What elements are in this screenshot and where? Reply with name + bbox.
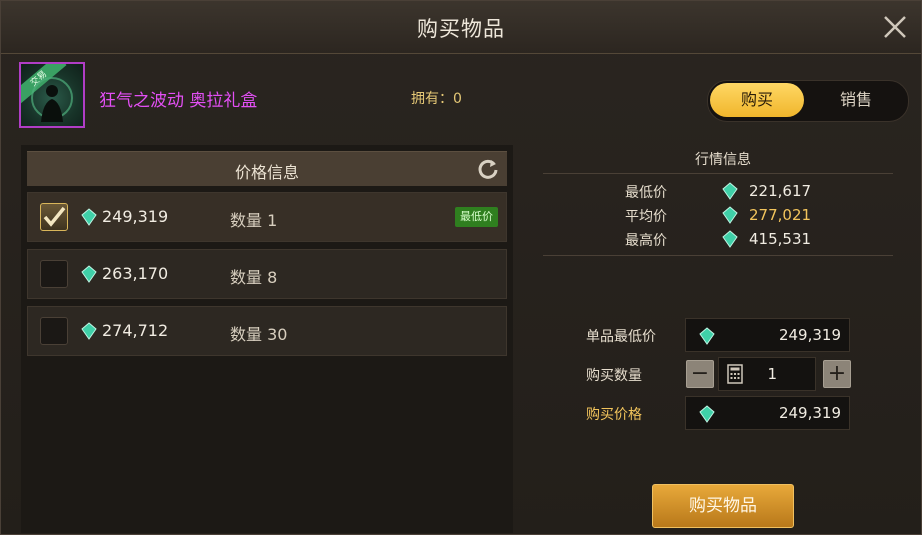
close-button[interactable] — [881, 13, 909, 41]
unit-min-price-value: 249,319 — [778, 326, 841, 344]
divider — [543, 255, 893, 256]
price-info-panel: 价格信息 249,319 数量 1 最低价 263,170 数量 8 274,7… — [21, 145, 513, 533]
buy-tab[interactable]: 购买 — [710, 83, 804, 117]
gem-icon — [699, 327, 715, 345]
buy-item-button[interactable]: 购买物品 — [652, 484, 794, 528]
quantity-increase-button[interactable]: + — [823, 360, 851, 388]
listing-quantity: 数量 8 — [230, 268, 278, 287]
listing-price: 249,319 — [102, 207, 169, 226]
price-info-title: 价格信息 — [234, 163, 299, 182]
close-icon — [884, 16, 906, 38]
listing-checkbox[interactable] — [40, 203, 68, 231]
refresh-icon — [478, 159, 498, 179]
dialog-title: 购买物品 — [417, 17, 505, 41]
lowest-price-label: 最低价 — [625, 185, 667, 201]
gem-icon — [81, 322, 97, 340]
divider — [543, 173, 893, 174]
quantity-decrease-button[interactable]: − — [686, 360, 714, 388]
listing-price: 274,712 — [102, 321, 169, 340]
quantity-input[interactable]: 1 — [718, 357, 816, 391]
trade-mode-toggle: 购买 销售 — [707, 80, 909, 122]
purchase-dialog: 购买物品 交易 狂气之波动 奥拉礼盒 拥有：0 购买 销售 价格信息 249,3… — [0, 0, 922, 535]
gem-icon — [81, 265, 97, 283]
check-icon — [43, 206, 66, 227]
gem-icon — [81, 208, 97, 226]
gem-icon — [722, 182, 738, 200]
quantity-value: 1 — [767, 365, 777, 383]
listing-checkbox[interactable] — [40, 317, 68, 345]
item-header: 交易 狂气之波动 奥拉礼盒 拥有：0 购买 销售 — [13, 56, 911, 136]
gem-icon — [699, 405, 715, 423]
highest-price-label: 最高价 — [625, 233, 667, 249]
item-icon: 交易 — [19, 62, 85, 128]
total-price-value: 249,319 — [778, 404, 841, 422]
listing-quantity: 数量 30 — [230, 325, 288, 344]
average-price-value: 277,021 — [749, 206, 812, 224]
gem-icon — [722, 230, 738, 248]
average-price-label: 平均价 — [625, 209, 667, 225]
market-info-title: 行情信息 — [695, 152, 751, 168]
calculator-icon — [727, 364, 743, 384]
quantity-label: 购买数量 — [586, 368, 642, 384]
title-bar: 购买物品 — [1, 1, 921, 54]
lowest-price-badge: 最低价 — [455, 207, 498, 227]
highest-price-value: 415,531 — [749, 230, 812, 248]
refresh-button[interactable] — [475, 156, 501, 182]
price-info-header: 价格信息 — [27, 151, 507, 186]
unit-min-price-label: 单品最低价 — [586, 329, 656, 345]
listing-price: 263,170 — [102, 264, 169, 283]
item-name: 狂气之波动 奥拉礼盒 — [99, 91, 258, 111]
listing-row[interactable]: 249,319 数量 1 最低价 — [27, 192, 507, 242]
silhouette-icon — [31, 77, 73, 122]
listing-row[interactable]: 274,712 数量 30 — [27, 306, 507, 356]
total-price-label: 购买价格 — [586, 407, 642, 423]
total-price-field: 249,319 — [685, 396, 850, 430]
unit-min-price-field: 249,319 — [685, 318, 850, 352]
listing-row[interactable]: 263,170 数量 8 — [27, 249, 507, 299]
listing-quantity: 数量 1 — [230, 211, 278, 230]
sell-tab[interactable]: 销售 — [808, 83, 904, 117]
market-info-panel: 行情信息 最低价 221,617 平均价 277,021 最高价 415,531 — [533, 139, 909, 279]
gem-icon — [722, 206, 738, 224]
listing-checkbox[interactable] — [40, 260, 68, 288]
owned-count: 拥有：0 — [411, 91, 462, 107]
lowest-price-value: 221,617 — [749, 182, 812, 200]
